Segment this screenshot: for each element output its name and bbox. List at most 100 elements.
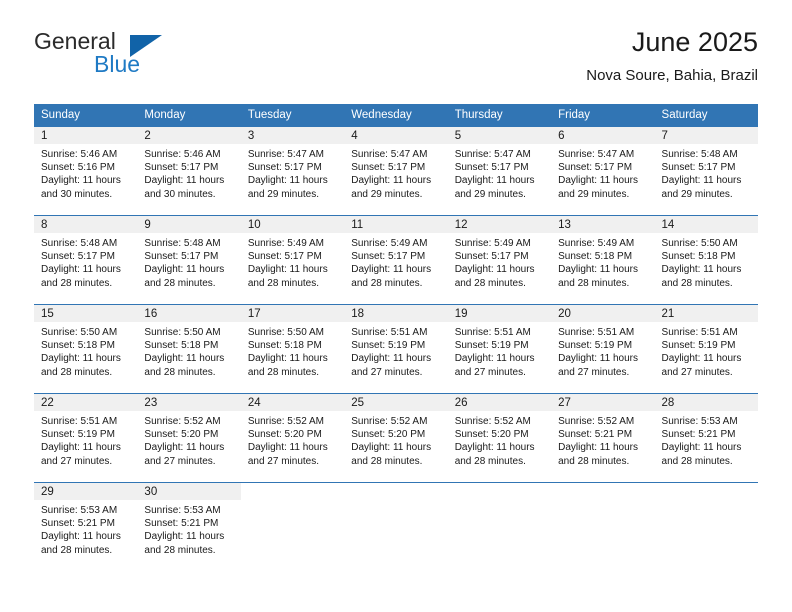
daylight-text-line1: Daylight: 11 hours bbox=[454, 264, 535, 276]
calendar-page: General Blue June 2025 Nova Soure, Bahia… bbox=[0, 0, 792, 612]
daylight-text-line1: Daylight: 11 hours bbox=[144, 175, 225, 187]
sunset-text: Sunset: 5:21 PM bbox=[144, 518, 219, 530]
day-number: 4 bbox=[344, 126, 448, 144]
day-cell[interactable]: 19 Sunrise: 5:51 AM Sunset: 5:19 PM Dayligh… bbox=[447, 304, 552, 393]
calendar-cell: 23 Sunrise: 5:52 AM Sunset: 5:20 PM Dayligh… bbox=[137, 393, 241, 482]
day-cell[interactable]: 27 Sunrise: 5:52 AM Sunset: 5:21 PM Dayligh… bbox=[551, 393, 655, 482]
daylight-text-line2: and 29 minutes. bbox=[558, 188, 630, 200]
calendar-cell: 6 Sunrise: 5:47 AM Sunset: 5:17 PM Daylight… bbox=[551, 126, 655, 215]
day-cell[interactable]: 11 Sunrise: 5:49 AM Sunset: 5:17 PM Dayligh… bbox=[344, 215, 448, 304]
sunset-text: Sunset: 5:17 PM bbox=[41, 251, 115, 263]
daylight-text-line1: Daylight: 11 hours bbox=[351, 442, 432, 454]
sunrise-text: Sunrise: 5:53 AM bbox=[144, 505, 221, 516]
sunset-text: Sunset: 5:20 PM bbox=[454, 429, 529, 441]
day-number: 28 bbox=[654, 393, 758, 411]
sunrise-text: Sunrise: 5:49 AM bbox=[247, 238, 324, 249]
day-number: 8 bbox=[34, 215, 138, 233]
day-cell[interactable]: 24 Sunrise: 5:52 AM Sunset: 5:20 PM Dayligh… bbox=[240, 393, 345, 482]
column-header-saturday: Saturday bbox=[654, 104, 758, 126]
calendar-cell: 10 Sunrise: 5:49 AM Sunset: 5:17 PM Dayligh… bbox=[240, 215, 345, 304]
calendar-cell: 15 Sunrise: 5:50 AM Sunset: 5:18 PM Dayligh… bbox=[34, 304, 138, 393]
day-number: 18 bbox=[344, 304, 448, 322]
sunset-text: Sunset: 5:20 PM bbox=[351, 429, 426, 441]
day-number: 17 bbox=[240, 304, 345, 322]
daylight-text-line2: and 27 minutes. bbox=[454, 366, 526, 378]
day-cell[interactable]: 4 Sunrise: 5:47 AM Sunset: 5:17 PM Daylight… bbox=[344, 126, 448, 215]
day-cell[interactable]: 10 Sunrise: 5:49 AM Sunset: 5:17 PM Dayligh… bbox=[240, 215, 345, 304]
calendar-cell: 4 Sunrise: 5:47 AM Sunset: 5:17 PM Daylight… bbox=[344, 126, 448, 215]
sunrise-text: Sunrise: 5:51 AM bbox=[41, 416, 118, 427]
calendar-cell: 27 Sunrise: 5:52 AM Sunset: 5:21 PM Dayligh… bbox=[551, 393, 655, 482]
day-cell[interactable]: 22 Sunrise: 5:51 AM Sunset: 5:19 PM Dayligh… bbox=[34, 393, 138, 482]
page-title: June 2025 bbox=[631, 27, 758, 57]
calendar-cell: 30 Sunrise: 5:53 AM Sunset: 5:21 PM Dayligh… bbox=[137, 482, 241, 571]
day-cell[interactable]: 25 Sunrise: 5:52 AM Sunset: 5:20 PM Dayligh… bbox=[344, 393, 448, 482]
column-header-wednesday: Wednesday bbox=[344, 104, 448, 126]
sunrise-text: Sunrise: 5:51 AM bbox=[454, 327, 531, 338]
daylight-text-line1: Daylight: 11 hours bbox=[454, 175, 535, 187]
day-cell[interactable]: 3 Sunrise: 5:47 AM Sunset: 5:17 PM Daylight… bbox=[240, 126, 345, 215]
day-number bbox=[551, 482, 655, 500]
day-cell[interactable]: 13 Sunrise: 5:49 AM Sunset: 5:18 PM Dayligh… bbox=[551, 215, 655, 304]
day-number: 23 bbox=[137, 393, 241, 411]
day-details: Sunrise: 5:53 AM Sunset: 5:21 PM Daylight:… bbox=[655, 411, 758, 468]
day-cell[interactable]: 28 Sunrise: 5:53 AM Sunset: 5:21 PM Dayligh… bbox=[654, 393, 758, 482]
sunrise-text: Sunrise: 5:50 AM bbox=[247, 327, 324, 338]
daylight-text-line1: Daylight: 11 hours bbox=[454, 353, 535, 365]
daylight-text-line2: and 27 minutes. bbox=[247, 455, 320, 467]
daylight-text-line1: Daylight: 11 hours bbox=[351, 175, 432, 187]
sunrise-text: Sunrise: 5:53 AM bbox=[661, 416, 738, 427]
daylight-text-line2: and 28 minutes. bbox=[558, 455, 630, 467]
day-cell[interactable]: 1 Sunrise: 5:46 AM Sunset: 5:16 PM Daylight… bbox=[34, 126, 138, 215]
day-cell[interactable]: 23 Sunrise: 5:52 AM Sunset: 5:20 PM Dayligh… bbox=[137, 393, 241, 482]
day-details: Sunrise: 5:47 AM Sunset: 5:17 PM Daylight:… bbox=[551, 144, 654, 201]
day-cell[interactable]: 14 Sunrise: 5:50 AM Sunset: 5:18 PM Dayligh… bbox=[654, 215, 758, 304]
sunrise-text: Sunrise: 5:48 AM bbox=[41, 238, 118, 249]
daylight-text-line1: Daylight: 11 hours bbox=[41, 442, 121, 454]
day-details: Sunrise: 5:52 AM Sunset: 5:21 PM Daylight:… bbox=[551, 411, 654, 468]
day-number bbox=[447, 482, 552, 500]
day-cell[interactable]: 21 Sunrise: 5:51 AM Sunset: 5:19 PM Dayligh… bbox=[654, 304, 758, 393]
day-cell[interactable]: 7 Sunrise: 5:48 AM Sunset: 5:17 PM Daylight… bbox=[654, 126, 758, 215]
brand-logo[interactable]: General Blue bbox=[34, 28, 244, 90]
day-details: Sunrise: 5:48 AM Sunset: 5:17 PM Daylight:… bbox=[655, 144, 758, 201]
day-cell[interactable]: 2 Sunrise: 5:46 AM Sunset: 5:17 PM Daylight… bbox=[137, 126, 241, 215]
day-cell[interactable]: 18 Sunrise: 5:51 AM Sunset: 5:19 PM Dayligh… bbox=[344, 304, 448, 393]
sunrise-text: Sunrise: 5:47 AM bbox=[454, 149, 531, 160]
daylight-text-line2: and 27 minutes. bbox=[661, 366, 733, 378]
day-cell[interactable]: 8 Sunrise: 5:48 AM Sunset: 5:17 PM Daylight… bbox=[34, 215, 138, 304]
day-cell[interactable]: 26 Sunrise: 5:52 AM Sunset: 5:20 PM Dayligh… bbox=[447, 393, 552, 482]
day-cell[interactable]: 30 Sunrise: 5:53 AM Sunset: 5:21 PM Dayligh… bbox=[137, 482, 241, 571]
daylight-text-line2: and 29 minutes. bbox=[351, 188, 423, 200]
daylight-text-line2: and 27 minutes. bbox=[144, 455, 216, 467]
day-cell[interactable]: 9 Sunrise: 5:48 AM Sunset: 5:17 PM Daylight… bbox=[137, 215, 241, 304]
page-subtitle: Nova Soure, Bahia, Brazil bbox=[586, 67, 758, 85]
calendar-week-row: 22 Sunrise: 5:51 AM Sunset: 5:19 PM Dayligh… bbox=[34, 393, 758, 482]
day-cell[interactable]: 5 Sunrise: 5:47 AM Sunset: 5:17 PM Daylight… bbox=[447, 126, 552, 215]
calendar-cell: 5 Sunrise: 5:47 AM Sunset: 5:17 PM Daylight… bbox=[447, 126, 552, 215]
day-cell[interactable]: 20 Sunrise: 5:51 AM Sunset: 5:19 PM Dayligh… bbox=[551, 304, 655, 393]
daylight-text-line1: Daylight: 11 hours bbox=[144, 353, 225, 365]
day-cell[interactable]: 6 Sunrise: 5:47 AM Sunset: 5:17 PM Daylight… bbox=[551, 126, 655, 215]
daylight-text-line1: Daylight: 11 hours bbox=[454, 442, 535, 454]
calendar-cell: 19 Sunrise: 5:51 AM Sunset: 5:19 PM Dayligh… bbox=[447, 304, 552, 393]
daylight-text-line1: Daylight: 11 hours bbox=[144, 442, 225, 454]
day-cell[interactable]: 29 Sunrise: 5:53 AM Sunset: 5:21 PM Dayligh… bbox=[34, 482, 138, 571]
daylight-text-line1: Daylight: 11 hours bbox=[144, 531, 225, 543]
daylight-text-line1: Daylight: 11 hours bbox=[558, 442, 638, 454]
day-cell[interactable]: 15 Sunrise: 5:50 AM Sunset: 5:18 PM Dayligh… bbox=[34, 304, 138, 393]
sunset-text: Sunset: 5:18 PM bbox=[144, 340, 219, 352]
sunrise-text: Sunrise: 5:49 AM bbox=[351, 238, 428, 249]
day-cell[interactable]: 17 Sunrise: 5:50 AM Sunset: 5:18 PM Dayligh… bbox=[240, 304, 345, 393]
daylight-text-line1: Daylight: 11 hours bbox=[661, 175, 742, 187]
day-cell[interactable]: 12 Sunrise: 5:49 AM Sunset: 5:17 PM Dayligh… bbox=[447, 215, 552, 304]
day-cell[interactable]: 16 Sunrise: 5:50 AM Sunset: 5:18 PM Dayligh… bbox=[137, 304, 241, 393]
day-details: Sunrise: 5:52 AM Sunset: 5:20 PM Daylight:… bbox=[137, 411, 240, 468]
daylight-text-line1: Daylight: 11 hours bbox=[247, 264, 328, 276]
daylight-text-line2: and 27 minutes. bbox=[41, 455, 113, 467]
calendar-cell: 25 Sunrise: 5:52 AM Sunset: 5:20 PM Dayligh… bbox=[344, 393, 448, 482]
sunset-text: Sunset: 5:18 PM bbox=[661, 251, 736, 263]
day-number: 10 bbox=[240, 215, 345, 233]
sunrise-text: Sunrise: 5:51 AM bbox=[661, 327, 738, 338]
daylight-text-line2: and 30 minutes. bbox=[144, 188, 216, 200]
